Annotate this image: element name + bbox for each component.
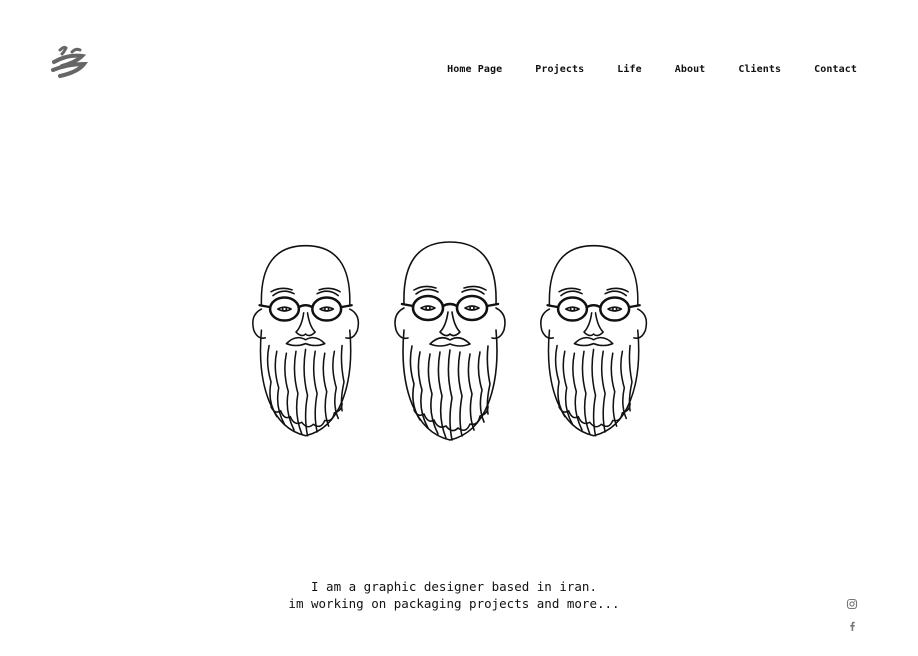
intro-line-2: im working on packaging projects and mor… bbox=[288, 596, 620, 611]
hero-illustration bbox=[240, 232, 670, 454]
main-nav: Home Page Projects Life About Clients Co… bbox=[447, 64, 857, 75]
instagram-icon[interactable] bbox=[845, 596, 859, 610]
nav-home-page[interactable]: Home Page bbox=[447, 64, 502, 75]
nav-contact[interactable]: Contact bbox=[814, 64, 857, 75]
social-links bbox=[844, 596, 860, 632]
intro-line-1: I am a graphic designer based in iran. bbox=[311, 579, 597, 594]
nav-clients[interactable]: Clients bbox=[738, 64, 781, 75]
logo[interactable] bbox=[50, 44, 89, 80]
nav-projects[interactable]: Projects bbox=[535, 64, 584, 75]
nav-about[interactable]: About bbox=[675, 64, 706, 75]
intro-text: I am a graphic designer based in iran. i… bbox=[0, 578, 908, 612]
nav-life[interactable]: Life bbox=[617, 64, 641, 75]
facebook-icon[interactable] bbox=[845, 618, 859, 632]
